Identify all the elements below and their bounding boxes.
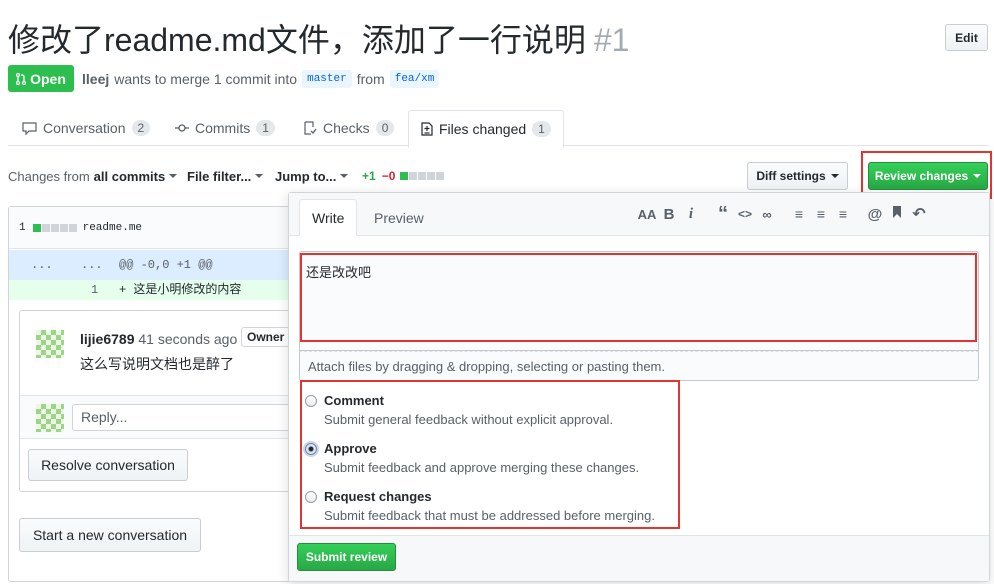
tab-conversation[interactable]: Conversation 2	[10, 110, 162, 146]
line-number[interactable]: 1	[91, 280, 98, 300]
link-icon[interactable]: ∞	[756, 207, 778, 222]
ordered-list-icon[interactable]: ≡	[810, 206, 832, 222]
option-request-changes-desc: Submit feedback that must be addressed b…	[324, 508, 655, 523]
comment-time[interactable]: 41 seconds ago	[138, 331, 237, 347]
pr-number: #1	[593, 22, 630, 58]
hunk-header[interactable]: ... ... @@ -0,0 +1 @@	[9, 250, 308, 280]
merge-text: wants to merge 1 commit into	[114, 71, 298, 87]
pull-request-icon	[16, 72, 27, 85]
option-comment-title[interactable]: Comment	[324, 393, 384, 408]
radio-approve[interactable]	[305, 443, 317, 455]
review-changes-label: Review changes	[874, 169, 969, 183]
jump-to-dropdown[interactable]: Jump to...	[275, 166, 349, 186]
state-badge: Open	[8, 65, 74, 92]
task-list-icon[interactable]: ≡	[832, 206, 854, 222]
tab-count: 0	[375, 120, 395, 136]
comment-author[interactable]: lijie6789	[80, 331, 135, 347]
radio-request-changes[interactable]	[305, 491, 317, 503]
text-size-icon[interactable]: AA	[636, 207, 658, 222]
avatar	[36, 404, 64, 432]
file-filter-dropdown[interactable]: File filter...	[187, 166, 264, 186]
expand-left[interactable]: ...	[31, 250, 53, 280]
changes-from-prefix: Changes from	[8, 168, 90, 184]
tab-write[interactable]: Write	[299, 199, 358, 236]
changes-from-value: all commits	[93, 168, 166, 184]
tab-commits[interactable]: Commits 1	[163, 110, 287, 146]
tab-label: Files changed	[439, 121, 527, 137]
tab-files-changed[interactable]: Files changed 1	[408, 110, 564, 148]
comment-header: lijie6789 41 seconds ago	[80, 331, 237, 347]
option-approve-desc: Submit feedback and approve merging thes…	[324, 460, 640, 475]
commit-icon	[175, 124, 189, 132]
tab-label: Conversation	[43, 120, 126, 136]
file-change-count: 1	[19, 221, 26, 234]
author-link[interactable]: lleej	[82, 71, 109, 87]
owner-badge: Owner	[241, 327, 291, 347]
state-label: Open	[30, 70, 66, 87]
tab-label: Checks	[323, 120, 370, 136]
file-name[interactable]: readme.me	[83, 222, 142, 234]
chevron-down-icon	[973, 174, 982, 178]
file-diff-icon	[421, 122, 433, 136]
comment-icon	[22, 121, 37, 135]
submit-review-button[interactable]: Submit review	[297, 543, 396, 571]
diffstat-blocks	[399, 172, 445, 180]
tab-preview[interactable]: Preview	[362, 199, 436, 236]
tab-checks[interactable]: Checks 0	[291, 110, 406, 146]
reply-input[interactable]: Reply...	[72, 404, 302, 431]
additions-count: +1	[362, 169, 376, 183]
diffstat: +1 −0	[362, 166, 445, 186]
hunk-range: @@ -0,0 +1 @@	[119, 258, 213, 272]
file-diffstat	[32, 223, 77, 232]
diff-settings-button[interactable]: Diff settings	[747, 162, 848, 190]
line-content: + 这是小明修改的内容	[119, 283, 242, 297]
pr-title: 修改了readme.md文件，添加了一行说明	[8, 22, 586, 58]
option-comment-desc: Submit general feedback without explicit…	[324, 412, 614, 427]
pr-title-row: 修改了readme.md文件，添加了一行说明 #1	[8, 18, 629, 62]
comment-body: 这么写说明文档也是醉了	[80, 356, 234, 372]
italic-icon[interactable]: i	[680, 206, 702, 223]
code-icon[interactable]: <>	[734, 207, 756, 221]
checklist-icon	[304, 121, 317, 135]
radio-comment[interactable]	[305, 395, 317, 407]
quote-icon[interactable]: “	[712, 203, 734, 226]
changes-from-dropdown[interactable]: Changes from all commits	[8, 166, 178, 186]
file-filter-label: File filter...	[187, 168, 252, 184]
head-branch[interactable]: fea/xm	[389, 70, 440, 88]
base-branch[interactable]: master	[302, 70, 352, 88]
chevron-down-icon	[830, 174, 839, 178]
bold-icon[interactable]: B	[658, 206, 680, 223]
edit-button[interactable]: Edit	[945, 24, 988, 51]
attach-files-hint[interactable]: Attach files by dragging & dropping, sel…	[299, 351, 979, 381]
start-conversation-button[interactable]: Start a new conversation	[19, 518, 201, 552]
mention-icon[interactable]: @	[864, 206, 886, 223]
markdown-toolbar: AA B i “ <> ∞ ≡ ≡ ≡ @ ↶	[636, 203, 930, 226]
bookmark-icon[interactable]	[886, 205, 908, 223]
unordered-list-icon[interactable]: ≡	[788, 206, 810, 222]
chevron-down-icon	[255, 174, 264, 178]
expand-right[interactable]: ...	[81, 250, 103, 280]
pr-meta: lleej wants to merge 1 commit into maste…	[82, 67, 440, 91]
deletions-count: −0	[381, 169, 396, 183]
avatar[interactable]	[36, 330, 64, 358]
chevron-down-icon	[169, 174, 178, 178]
tab-count: 2	[131, 120, 151, 136]
file-header: 1 readme.me	[9, 207, 308, 249]
resolve-conversation-button[interactable]: Resolve conversation	[28, 449, 188, 481]
chevron-down-icon	[340, 174, 349, 178]
review-changes-button[interactable]: Review changes	[868, 162, 988, 190]
jump-to-label: Jump to...	[275, 168, 337, 184]
diff-settings-label: Diff settings	[756, 169, 826, 183]
tab-count: 1	[256, 120, 275, 136]
reply-icon[interactable]: ↶	[908, 204, 930, 224]
from-text: from	[356, 71, 385, 87]
option-approve-title[interactable]: Approve	[324, 441, 377, 456]
annotation-highlight	[300, 253, 977, 342]
tab-label: Commits	[195, 120, 251, 136]
diff-line-added[interactable]: 1 + 这是小明修改的内容	[9, 280, 308, 300]
option-request-changes-title[interactable]: Request changes	[324, 489, 432, 504]
tab-count: 1	[532, 121, 551, 137]
